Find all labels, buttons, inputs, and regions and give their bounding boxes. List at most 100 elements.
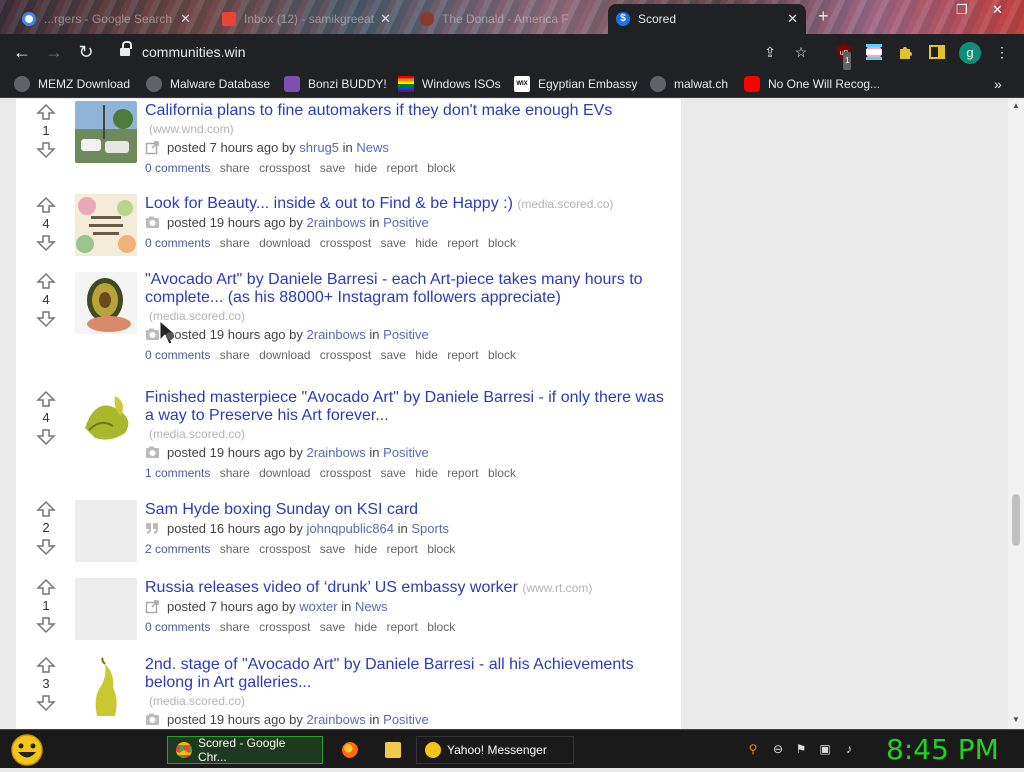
tray-circle-icon[interactable]: ⊖: [771, 742, 785, 756]
downvote-arrow-icon[interactable]: [35, 538, 57, 556]
downvote-arrow-icon[interactable]: [35, 428, 57, 446]
tab-the-donald[interactable]: The Donald - America F: [412, 4, 580, 34]
share-link[interactable]: share: [220, 236, 250, 250]
close-icon[interactable]: ✕: [380, 11, 391, 27]
tab-scored[interactable]: $ Scored ✕: [608, 4, 806, 34]
bookmark-no-one-will-recog[interactable]: No One Will Recog...: [744, 76, 880, 92]
upvote-arrow-icon[interactable]: [35, 196, 57, 214]
post-author[interactable]: johnqpublic864: [307, 521, 394, 536]
crosspost-link[interactable]: crosspost: [259, 161, 310, 175]
post-domain[interactable]: (media.scored.co): [149, 427, 245, 441]
bookmark-star-icon[interactable]: ☆: [792, 43, 810, 61]
downvote-arrow-icon[interactable]: [35, 616, 57, 634]
save-link[interactable]: save: [381, 466, 406, 480]
upvote-arrow-icon[interactable]: [35, 578, 57, 596]
reload-icon[interactable]: ↻: [75, 41, 97, 63]
bookmark-malware-database[interactable]: Malware Database: [146, 76, 270, 92]
taskbar-item-chrome[interactable]: Scored - Google Chr...: [167, 736, 323, 764]
hide-link[interactable]: hide: [354, 620, 377, 634]
report-link[interactable]: report: [447, 236, 478, 250]
hide-link[interactable]: hide: [415, 466, 438, 480]
post-thumbnail[interactable]: [75, 656, 137, 718]
post-title[interactable]: Finished masterpiece "Avocado Art" by Da…: [145, 389, 664, 424]
scroll-down-arrow-icon[interactable]: ▼: [1012, 715, 1020, 724]
profile-avatar[interactable]: g: [959, 42, 981, 64]
downvote-arrow-icon[interactable]: [35, 141, 57, 159]
post-title-link[interactable]: Finished masterpiece "Avocado Art" by Da…: [145, 389, 665, 425]
post-title-link[interactable]: California plans to fine automakers if t…: [145, 102, 665, 120]
comments-link[interactable]: 0 comments: [145, 161, 210, 175]
post-author[interactable]: woxter: [299, 599, 337, 614]
hide-link[interactable]: hide: [354, 161, 377, 175]
save-link[interactable]: save: [381, 348, 406, 362]
post-thumbnail[interactable]: [75, 101, 137, 163]
share-icon[interactable]: ⇪: [761, 43, 779, 61]
post-author[interactable]: 2rainbows: [307, 445, 366, 460]
post-title-link[interactable]: Look for Beauty... inside & out to Find …: [145, 195, 665, 213]
post-title[interactable]: Sam Hyde boxing Sunday on KSI card: [145, 501, 418, 518]
post-thumbnail[interactable]: [75, 272, 137, 334]
comments-link[interactable]: 2 comments: [145, 542, 210, 556]
save-link[interactable]: save: [381, 236, 406, 250]
post-title[interactable]: Look for Beauty... inside & out to Find …: [145, 195, 513, 212]
pride-flag-icon[interactable]: [865, 43, 883, 61]
crosspost-link[interactable]: crosspost: [320, 348, 371, 362]
taskbar-item-explorer[interactable]: [377, 736, 407, 764]
address-url[interactable]: communities.win: [142, 44, 245, 60]
upvote-arrow-icon[interactable]: [35, 272, 57, 290]
bookmark-bonzi-buddy[interactable]: Bonzi BUDDY!: [284, 76, 387, 92]
post-title[interactable]: 2nd. stage of "Avocado Art" by Daniele B…: [145, 656, 634, 691]
taskbar-clock[interactable]: 8:45 PM: [886, 733, 999, 766]
post-community[interactable]: Sports: [411, 521, 449, 536]
post-author[interactable]: 2rainbows: [307, 712, 366, 727]
block-link[interactable]: block: [488, 348, 516, 362]
share-link[interactable]: share: [220, 620, 250, 634]
crosspost-link[interactable]: crosspost: [320, 236, 371, 250]
block-link[interactable]: block: [427, 620, 455, 634]
downvote-arrow-icon[interactable]: [35, 694, 57, 712]
bookmarks-overflow-button[interactable]: »: [994, 76, 1002, 92]
post-thumbnail-placeholder[interactable]: [75, 500, 137, 562]
post-thumbnail-placeholder[interactable]: [75, 578, 137, 640]
post-title-link[interactable]: "Avocado Art" by Daniele Barresi - each …: [145, 271, 665, 307]
comments-link[interactable]: 0 comments: [145, 620, 210, 634]
post-thumbnail[interactable]: [75, 388, 137, 450]
download-link[interactable]: download: [259, 466, 310, 480]
taskbar-item-yahoo-messenger[interactable]: Yahoo! Messenger: [416, 736, 574, 764]
search-icon[interactable]: ⚲: [746, 742, 760, 756]
block-link[interactable]: block: [488, 236, 516, 250]
side-panel-icon[interactable]: [928, 43, 946, 61]
post-title-link[interactable]: Sam Hyde boxing Sunday on KSI card: [145, 501, 665, 519]
post-community[interactable]: Positive: [383, 712, 429, 727]
hide-link[interactable]: hide: [415, 236, 438, 250]
report-link[interactable]: report: [447, 348, 478, 362]
network-icon[interactable]: ▣: [818, 742, 832, 756]
upvote-arrow-icon[interactable]: [35, 390, 57, 408]
block-link[interactable]: block: [427, 161, 455, 175]
post-community[interactable]: Positive: [383, 327, 429, 342]
post-community[interactable]: News: [356, 140, 389, 155]
back-arrow-icon[interactable]: ←: [11, 41, 33, 63]
address-bar[interactable]: communities.win: [110, 38, 820, 66]
post-title[interactable]: California plans to fine automakers if t…: [145, 102, 612, 119]
downvote-arrow-icon[interactable]: [35, 310, 57, 328]
report-link[interactable]: report: [387, 620, 418, 634]
smiley-start-button[interactable]: [8, 733, 46, 767]
post-title[interactable]: Russia releases video of ‘drunk’ US emba…: [145, 579, 518, 596]
restore-icon[interactable]: ❐: [956, 2, 968, 18]
comments-link[interactable]: 0 comments: [145, 348, 210, 362]
ublock-icon[interactable]: uB 1: [835, 43, 853, 70]
post-domain[interactable]: (www.wnd.com): [149, 122, 234, 136]
report-link[interactable]: report: [387, 542, 418, 556]
post-domain[interactable]: (www.rt.com): [522, 581, 592, 595]
save-link[interactable]: save: [320, 620, 345, 634]
tab-google-search[interactable]: ...rgers - Google Search ✕: [14, 4, 199, 34]
block-link[interactable]: block: [427, 542, 455, 556]
scroll-up-arrow-icon[interactable]: ▲: [1012, 101, 1020, 110]
action-center-flag-icon[interactable]: ⚑: [794, 742, 808, 756]
extensions-puzzle-icon[interactable]: [897, 43, 915, 61]
bookmark-memz-download[interactable]: MEMZ Download: [14, 76, 130, 92]
tab-inbox[interactable]: Inbox (12) - samikgreeat ✕: [214, 4, 399, 34]
post-title-link[interactable]: 2nd. stage of "Avocado Art" by Daniele B…: [145, 656, 665, 692]
post-domain[interactable]: (media.scored.co): [149, 694, 245, 708]
